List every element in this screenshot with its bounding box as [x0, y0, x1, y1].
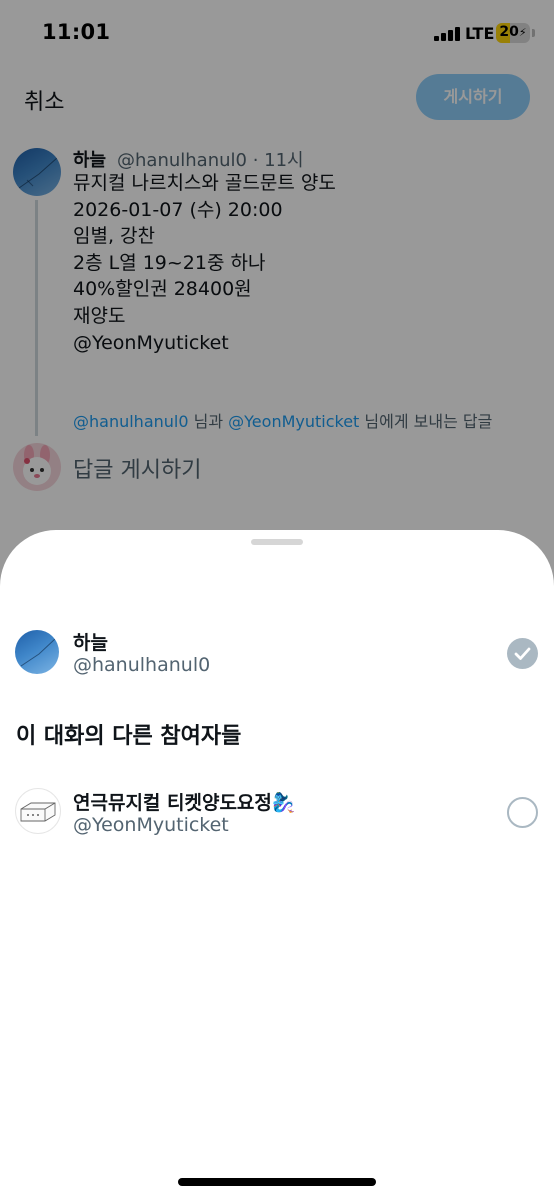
participant-avatar [15, 630, 59, 674]
participant-handle: @YeonMyuticket [73, 814, 229, 836]
section-title-other-participants: 이 대화의 다른 참여자들 [16, 724, 242, 749]
participant-avatar [15, 788, 61, 834]
compose-reply-screen: 11:01 LTE 20⚡ 취소 게시하기 하늘 @hanulhanul0 · … [0, 0, 554, 1200]
home-indicator [178, 1178, 376, 1186]
ticket-box-icon [20, 802, 56, 822]
participant-handle: @hanulhanul0 [73, 654, 211, 676]
sheet-drag-handle[interactable] [251, 539, 303, 545]
participant-name: 연극뮤지컬 티켓양도요정🧞‍♀️ [73, 792, 296, 814]
participant-name: 하늘 [73, 632, 108, 654]
checked-icon[interactable] [507, 638, 538, 669]
mention-selector-sheet: 하늘 @hanulhanul0 이 대화의 다른 참여자들 연극뮤지컬 티켓양도… [0, 530, 554, 1200]
unchecked-icon[interactable] [507, 797, 538, 828]
